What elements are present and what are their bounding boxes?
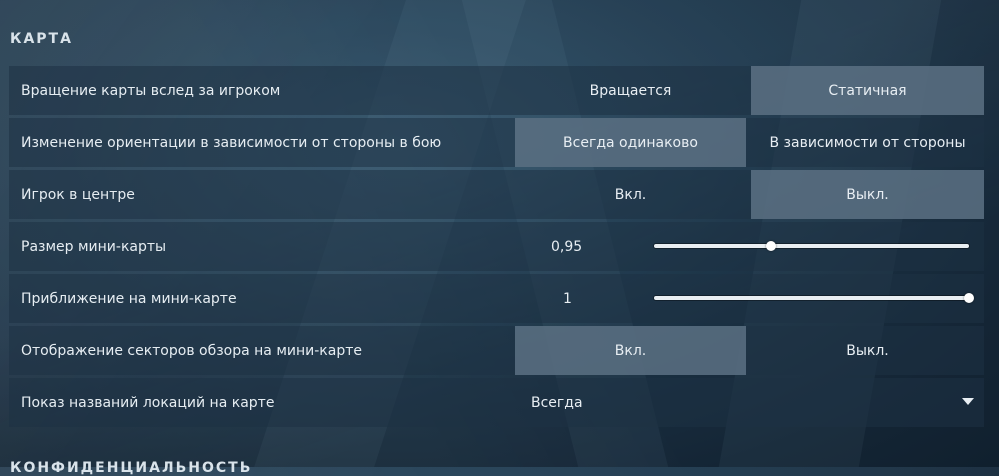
triangle-down-icon[interactable] (962, 398, 974, 405)
map-rotation-option-rotates[interactable]: Вращается (515, 66, 746, 115)
setting-label: Размер мини-карты (21, 238, 167, 255)
setting-label: Изменение ориентации в зависимости от ст… (21, 134, 442, 151)
orientation-option-by-side[interactable]: В зависимости от стороны (751, 118, 984, 167)
player-centered-option-on[interactable]: Вкл. (515, 170, 746, 219)
minimap-size-value: 0,95 (551, 238, 583, 255)
view-sectors-option-on[interactable]: Вкл. (515, 326, 746, 375)
minimap-size-slider-thumb[interactable] (765, 241, 776, 251)
map-rotation-option-static[interactable]: Статичная (751, 66, 984, 115)
minimap-size-slider[interactable] (654, 241, 969, 251)
minimap-zoom-value: 1 (563, 290, 572, 307)
setting-label: Приближение на мини-карте (21, 290, 237, 307)
location-names-selected-value: Всегда (531, 394, 583, 411)
minimap-zoom-slider[interactable] (654, 293, 974, 303)
setting-row-location-names: Показ названий локаций на карте Всегда (9, 378, 984, 427)
setting-row-map-rotation: Вращение карты вслед за игроком Вращаетс… (9, 66, 984, 115)
setting-row-view-sectors: Отображение секторов обзора на мини-карт… (9, 326, 984, 375)
setting-row-minimap-zoom: Приближение на мини-карте 1 (9, 274, 984, 323)
orientation-option-always-same[interactable]: Всегда одинаково (515, 118, 746, 167)
setting-row-player-centered: Игрок в центре Вкл. Выкл. (9, 170, 984, 219)
setting-label: Игрок в центре (21, 186, 135, 203)
setting-row-minimap-size: Размер мини-карты 0,95 (9, 222, 984, 271)
map-settings-list: Вращение карты вслед за игроком Вращаетс… (9, 66, 984, 430)
setting-label: Вращение карты вслед за игроком (21, 82, 281, 99)
setting-label: Отображение секторов обзора на мини-карт… (21, 342, 362, 359)
player-centered-option-off[interactable]: Выкл. (751, 170, 984, 219)
setting-label: Показ названий локаций на карте (21, 394, 275, 411)
setting-row-orientation-change: Изменение ориентации в зависимости от ст… (9, 118, 984, 167)
minimap-zoom-slider-thumb[interactable] (964, 293, 974, 303)
location-names-dropdown[interactable]: Всегда (515, 378, 984, 427)
view-sectors-option-off[interactable]: Выкл. (751, 326, 984, 375)
section-title-map: КАРТА (10, 31, 73, 47)
section-title-privacy: КОНФИДЕНЦИАЛЬНОСТЬ (10, 460, 253, 476)
